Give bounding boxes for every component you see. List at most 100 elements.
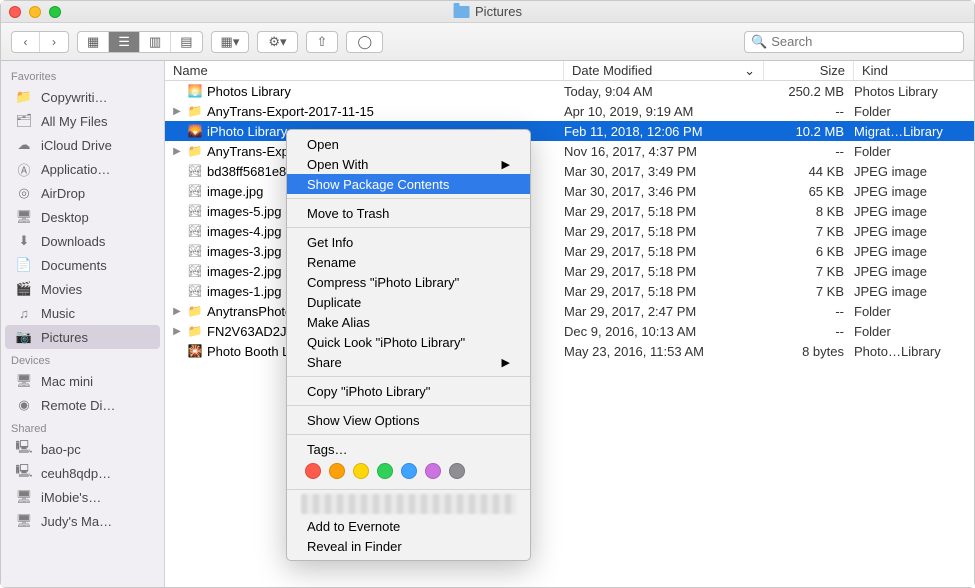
- sidebar-item-label: All My Files: [41, 114, 107, 129]
- action-button[interactable]: ⚙︎▾: [257, 31, 297, 53]
- icon-view-button[interactable]: ▦: [78, 32, 109, 52]
- tag-color-dot[interactable]: [305, 463, 321, 479]
- sidebar-item-applicatio[interactable]: Ⓐ Applicatio…: [1, 157, 164, 181]
- window-title-text: Pictures: [475, 4, 522, 19]
- sidebar-item-label: ceuh8qdp…: [41, 466, 111, 481]
- tags-button[interactable]: ◯: [346, 31, 383, 53]
- menu-item-move-to-trash[interactable]: Move to Trash: [287, 203, 530, 223]
- menu-item-open[interactable]: Open: [287, 134, 530, 154]
- sidebar-item-movies[interactable]: 🎬 Movies: [1, 277, 164, 301]
- menu-item-share[interactable]: Share ▶: [287, 352, 530, 372]
- sidebar-item-baopc[interactable]: 🖳 bao-pc: [1, 437, 164, 461]
- sidebar-item-airdrop[interactable]: ◎ AirDrop: [1, 181, 164, 205]
- menu-item-label: Open With: [307, 157, 368, 172]
- list-view-button[interactable]: ☰: [109, 32, 140, 52]
- sidebar-item-ceuh8qdp[interactable]: 🖳 ceuh8qdp…: [1, 461, 164, 485]
- file-kind: JPEG image: [854, 164, 974, 179]
- file-kind: Folder: [854, 324, 974, 339]
- file-size: --: [764, 304, 854, 319]
- menu-item-copy--iphoto-library-[interactable]: Copy "iPhoto Library": [287, 381, 530, 401]
- window-controls: [9, 6, 61, 18]
- menu-item-label: Share: [307, 355, 342, 370]
- menu-item-rename[interactable]: Rename: [287, 252, 530, 272]
- column-header-name[interactable]: Name: [165, 61, 564, 80]
- file-kind: Folder: [854, 304, 974, 319]
- menu-item-quick-look--iphoto-library-[interactable]: Quick Look "iPhoto Library": [287, 332, 530, 352]
- sidebar-item-documents[interactable]: 📄 Documents: [1, 253, 164, 277]
- column-header-size[interactable]: Size: [764, 61, 854, 80]
- sidebar-item-allmyfiles[interactable]: 🗂 All My Files: [1, 109, 164, 133]
- disclosure-triangle-icon[interactable]: ▶: [171, 306, 183, 317]
- back-button[interactable]: ‹: [12, 32, 40, 52]
- file-size: --: [764, 104, 854, 119]
- menu-item-show-package-contents[interactable]: Show Package Contents: [287, 174, 530, 194]
- movies-icon: 🎬: [15, 282, 33, 296]
- tag-color-dot[interactable]: [329, 463, 345, 479]
- sidebar-item-pictures[interactable]: 📷 Pictures: [5, 325, 160, 349]
- menu-item-reveal-in-finder[interactable]: Reveal in Finder: [287, 536, 530, 556]
- column-header-date[interactable]: Date Modified⌄: [564, 61, 764, 80]
- submenu-arrow-icon: ▶: [502, 356, 510, 369]
- menu-item-label: Add to Evernote: [307, 519, 400, 534]
- gallery-icon: ▤: [180, 34, 192, 50]
- tag-color-dot[interactable]: [401, 463, 417, 479]
- sidebar-item-imobies[interactable]: 🖥 iMobie's…: [1, 485, 164, 509]
- file-size: 6 KB: [764, 244, 854, 259]
- file-date: May 23, 2016, 11:53 AM: [564, 344, 764, 359]
- sidebar-item-remotedi[interactable]: ◉ Remote Di…: [1, 393, 164, 417]
- share-button[interactable]: ⇧: [306, 31, 339, 53]
- arrange-group: ▦▾: [211, 31, 250, 53]
- menu-item-make-alias[interactable]: Make Alias: [287, 312, 530, 332]
- menu-item-duplicate[interactable]: Duplicate: [287, 292, 530, 312]
- sidebar-item-label: AirDrop: [41, 186, 85, 201]
- menu-item-add-to-evernote[interactable]: Add to Evernote: [287, 516, 530, 536]
- minimize-window-button[interactable]: [29, 6, 41, 18]
- file-row[interactable]: 🌅 Photos Library Today, 9:04 AM 250.2 MB…: [165, 81, 974, 101]
- file-name: AnyTrans-Export-2017-11-15: [207, 104, 374, 119]
- menu-item-show-view-options[interactable]: Show View Options: [287, 410, 530, 430]
- search-field[interactable]: 🔍: [744, 31, 964, 53]
- sidebar-item-label: Applicatio…: [41, 162, 110, 177]
- search-input[interactable]: [771, 34, 957, 49]
- sidebar-heading: Favorites: [1, 65, 164, 85]
- file-date: Mar 30, 2017, 3:46 PM: [564, 184, 764, 199]
- file-size: 7 KB: [764, 264, 854, 279]
- tag-color-dot[interactable]: [353, 463, 369, 479]
- column-view-button[interactable]: ▥: [140, 32, 171, 52]
- file-size: 250.2 MB: [764, 84, 854, 99]
- tag-color-dot[interactable]: [425, 463, 441, 479]
- sidebar-item-music[interactable]: ♫ Music: [1, 301, 164, 325]
- folder-icon: 📁: [187, 323, 203, 339]
- menu-separator: [287, 405, 530, 406]
- sidebar-item-desktop[interactable]: 🖥 Desktop: [1, 205, 164, 229]
- sidebar-item-copywriti[interactable]: 📁 Copywriti…: [1, 85, 164, 109]
- menu-item-get-info[interactable]: Get Info: [287, 232, 530, 252]
- nav-buttons: ‹ ›: [11, 31, 69, 53]
- sidebar-item-downloads[interactable]: ⬇︎ Downloads: [1, 229, 164, 253]
- gallery-view-button[interactable]: ▤: [171, 32, 201, 52]
- disclosure-triangle-icon[interactable]: ▶: [171, 106, 183, 117]
- file-row[interactable]: ▶ 📁 AnyTrans-Export-2017-11-15 Apr 10, 2…: [165, 101, 974, 121]
- sidebar-item-macmini[interactable]: 🖥 Mac mini: [1, 369, 164, 393]
- mac-icon: 🖥: [15, 374, 33, 388]
- sidebar-item-iclouddrive[interactable]: ☁︎ iCloud Drive: [1, 133, 164, 157]
- close-window-button[interactable]: [9, 6, 21, 18]
- disclosure-triangle-icon[interactable]: ▶: [171, 326, 183, 337]
- forward-button[interactable]: ›: [40, 32, 68, 52]
- menu-item-label: Compress "iPhoto Library": [307, 275, 459, 290]
- menu-item-compress--iphoto-library-[interactable]: Compress "iPhoto Library": [287, 272, 530, 292]
- tag-color-dot[interactable]: [377, 463, 393, 479]
- menu-item-label: Make Alias: [307, 315, 370, 330]
- tag-color-dot[interactable]: [449, 463, 465, 479]
- disclosure-triangle-icon[interactable]: ▶: [171, 146, 183, 157]
- file-size: 7 KB: [764, 224, 854, 239]
- file-kind: JPEG image: [854, 224, 974, 239]
- file-date: Mar 29, 2017, 5:18 PM: [564, 244, 764, 259]
- menu-item-tags-[interactable]: Tags…: [287, 439, 530, 459]
- menu-item-open-with[interactable]: Open With ▶: [287, 154, 530, 174]
- arrange-button[interactable]: ▦▾: [212, 32, 249, 52]
- sidebar-item-judysma[interactable]: 🖥 Judy's Ma…: [1, 509, 164, 533]
- zoom-window-button[interactable]: [49, 6, 61, 18]
- column-header-kind[interactable]: Kind: [854, 61, 974, 80]
- sidebar-item-label: Movies: [41, 282, 82, 297]
